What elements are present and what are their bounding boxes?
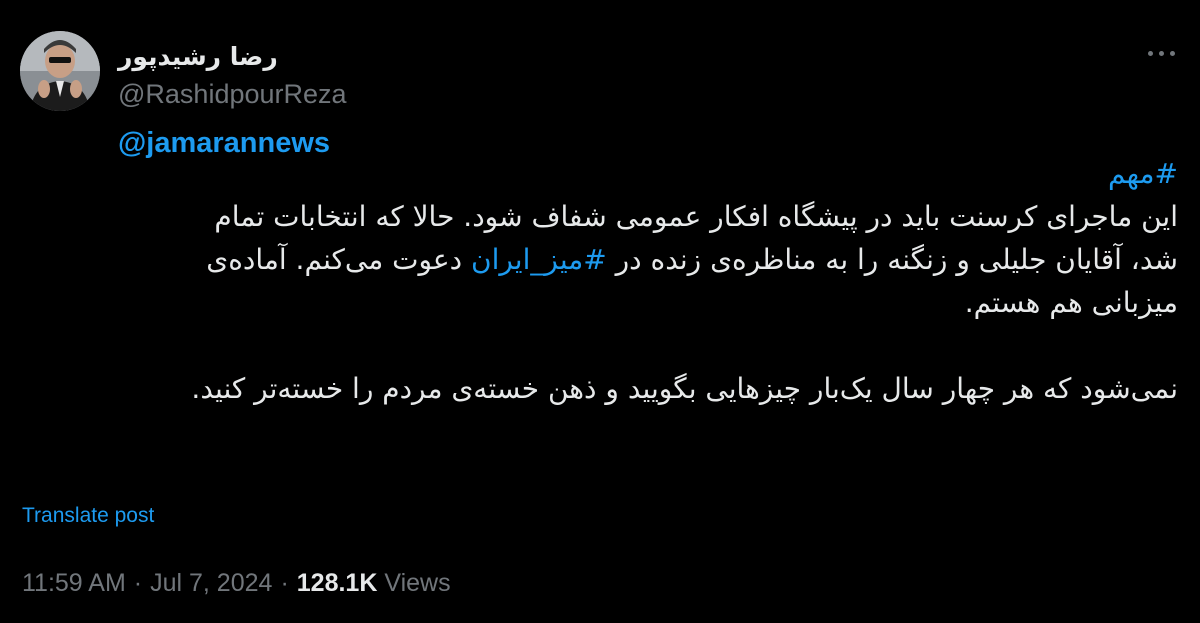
text-line: میزبانی هم هستم. — [964, 286, 1178, 319]
meta-separator: · — [133, 569, 143, 597]
hashtag-link-miz-iran[interactable]: #میز_ایران — [471, 243, 607, 276]
more-horizontal-icon-dot — [1158, 50, 1164, 56]
more-horizontal-icon — [1147, 50, 1153, 56]
hashtag-line: #مهم — [18, 152, 1178, 195]
hashtag-link-mohem[interactable]: #مهم — [1108, 157, 1178, 190]
text-line: شد، آقایان جلیلی و زنگنه را به مناظره‌ی … — [18, 238, 1178, 281]
text-paragraph: نمی‌شود که هر چهار سال یک‌بار چیزهایی بگ… — [191, 372, 1178, 405]
more-options-button[interactable] — [1141, 38, 1181, 68]
meta-separator: · — [280, 569, 289, 597]
text-line: این ماجرای کرسنت باید در پیشگاه افکار عم… — [214, 200, 1178, 233]
text-segment: دعوت می‌کنم. آماده‌ی — [206, 243, 471, 276]
translate-post-link[interactable]: Translate post — [22, 503, 154, 529]
post-date[interactable]: Jul 7, 2024 — [150, 569, 272, 597]
avatar[interactable] — [20, 31, 100, 111]
avatar-image — [20, 31, 100, 111]
more-horizontal-icon-dot — [1169, 50, 1175, 56]
author-display-name[interactable]: رضا رشیدپور — [118, 40, 278, 74]
post-metadata: 11:59 AM · Jul 7, 2024 · 128.1K Views — [22, 566, 451, 600]
tweet-text: #مهم این ماجرای کرسنت باید در پیشگاه افک… — [18, 152, 1178, 410]
author-handle[interactable]: @RashidpourReza — [118, 78, 347, 110]
tweet-card: رضا رشیدپور @RashidpourReza @jamarannews… — [0, 0, 1200, 623]
views-count: 128.1K — [296, 569, 378, 597]
post-time[interactable]: 11:59 AM — [22, 569, 126, 597]
views-label: Views — [384, 569, 451, 597]
text-segment: شد، آقایان جلیلی و زنگنه را به مناظره‌ی … — [606, 243, 1178, 276]
